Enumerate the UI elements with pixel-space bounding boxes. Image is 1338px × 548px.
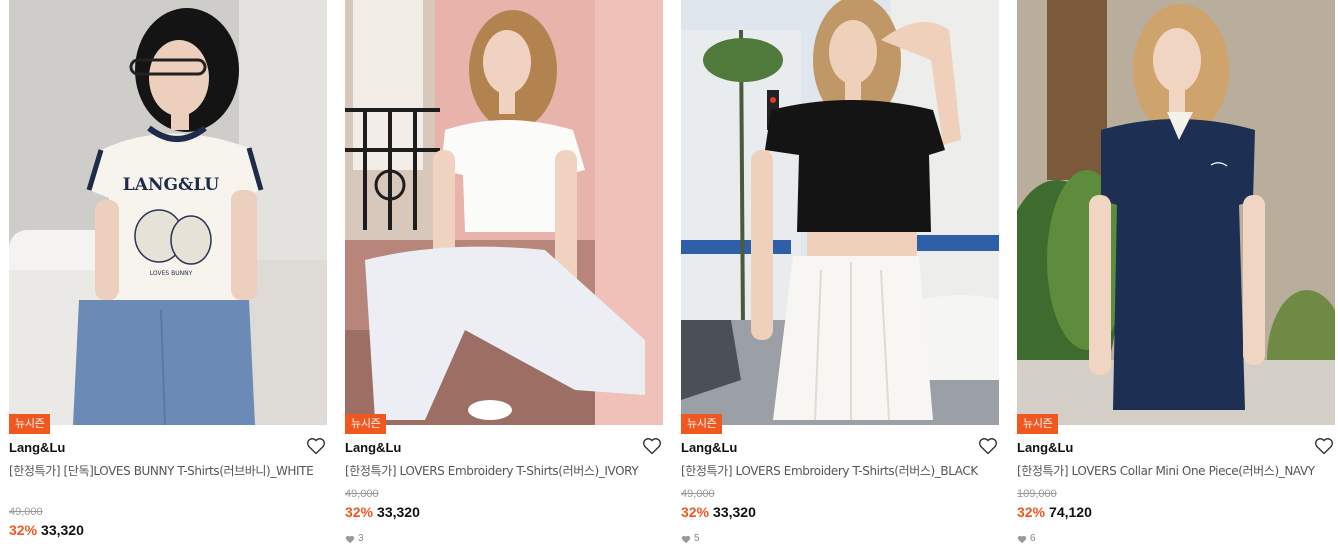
brand-name[interactable]: Lang&Lu xyxy=(9,440,65,456)
discount-rate: 32% xyxy=(681,504,710,520)
heart-filled-icon xyxy=(1017,535,1027,543)
likes-value: 6 xyxy=(1030,533,1036,544)
likes-count: 6 xyxy=(1017,533,1036,545)
original-price: 109,000 xyxy=(1017,488,1057,500)
likes-count: 3 xyxy=(345,533,364,545)
heart-outline-icon[interactable] xyxy=(978,437,998,455)
product-grid: LANG&LU LOVES BUNNY 뉴시즌 Lang&Lu [한정특가] [… xyxy=(0,0,1338,548)
heart-outline-icon[interactable] xyxy=(1314,437,1334,455)
product-image[interactable] xyxy=(681,0,999,425)
sale-price: 33,320 xyxy=(377,504,420,520)
sale-price-row: 32% 33,320 xyxy=(9,521,84,539)
brand-name[interactable]: Lang&Lu xyxy=(345,440,401,456)
discount-rate: 32% xyxy=(1017,504,1046,520)
original-price: 49,000 xyxy=(681,488,715,500)
sale-price-row: 32% 74,120 xyxy=(1017,503,1092,521)
sale-price: 33,320 xyxy=(713,504,756,520)
new-season-badge: 뉴시즌 xyxy=(1017,414,1059,434)
product-image[interactable] xyxy=(345,0,663,425)
product-card[interactable]: 뉴시즌 Lang&Lu [한정특가] LOVERS Embroidery T-S… xyxy=(681,0,999,548)
original-price: 49,000 xyxy=(9,506,43,518)
new-season-badge: 뉴시즌 xyxy=(345,414,387,434)
product-card[interactable]: 뉴시즌 Lang&Lu [한정특가] LOVERS Embroidery T-S… xyxy=(345,0,663,548)
original-price: 49,000 xyxy=(345,488,379,500)
sale-price: 33,320 xyxy=(41,522,84,538)
heart-outline-icon[interactable] xyxy=(306,437,326,455)
product-card[interactable]: 뉴시즌 Lang&Lu [한정특가] LOVERS Collar Mini On… xyxy=(1017,0,1335,548)
product-image[interactable] xyxy=(1017,0,1335,425)
discount-rate: 32% xyxy=(9,522,38,538)
product-image[interactable]: LANG&LU LOVES BUNNY xyxy=(9,0,327,425)
sale-price-row: 32% 33,320 xyxy=(681,503,756,521)
heart-outline-icon[interactable] xyxy=(642,437,662,455)
shirt-print-text: LANG&LU xyxy=(123,175,220,195)
new-season-badge: 뉴시즌 xyxy=(681,414,723,434)
product-title[interactable]: [한정특가] [단독]LOVES BUNNY T-Shirts(러브바니)_WH… xyxy=(9,462,327,480)
likes-value: 3 xyxy=(358,533,364,544)
brand-name[interactable]: Lang&Lu xyxy=(1017,440,1073,456)
product-title[interactable]: [한정특가] LOVERS Embroidery T-Shirts(러버스)_I… xyxy=(345,462,663,480)
sale-price-row: 32% 33,320 xyxy=(345,503,420,521)
heart-filled-icon xyxy=(681,535,691,543)
shirt-print-subtext: LOVES BUNNY xyxy=(150,270,193,277)
likes-count: 5 xyxy=(681,533,700,545)
product-title[interactable]: [한정특가] LOVERS Embroidery T-Shirts(러버스)_B… xyxy=(681,462,999,480)
likes-value: 5 xyxy=(694,533,700,544)
new-season-badge: 뉴시즌 xyxy=(9,414,51,434)
heart-filled-icon xyxy=(345,535,355,543)
product-card[interactable]: LANG&LU LOVES BUNNY 뉴시즌 Lang&Lu [한정특가] [… xyxy=(9,0,327,548)
sale-price: 74,120 xyxy=(1049,504,1092,520)
product-title[interactable]: [한정특가] LOVERS Collar Mini One Piece(러버스)… xyxy=(1017,462,1335,480)
brand-name[interactable]: Lang&Lu xyxy=(681,440,737,456)
discount-rate: 32% xyxy=(345,504,374,520)
